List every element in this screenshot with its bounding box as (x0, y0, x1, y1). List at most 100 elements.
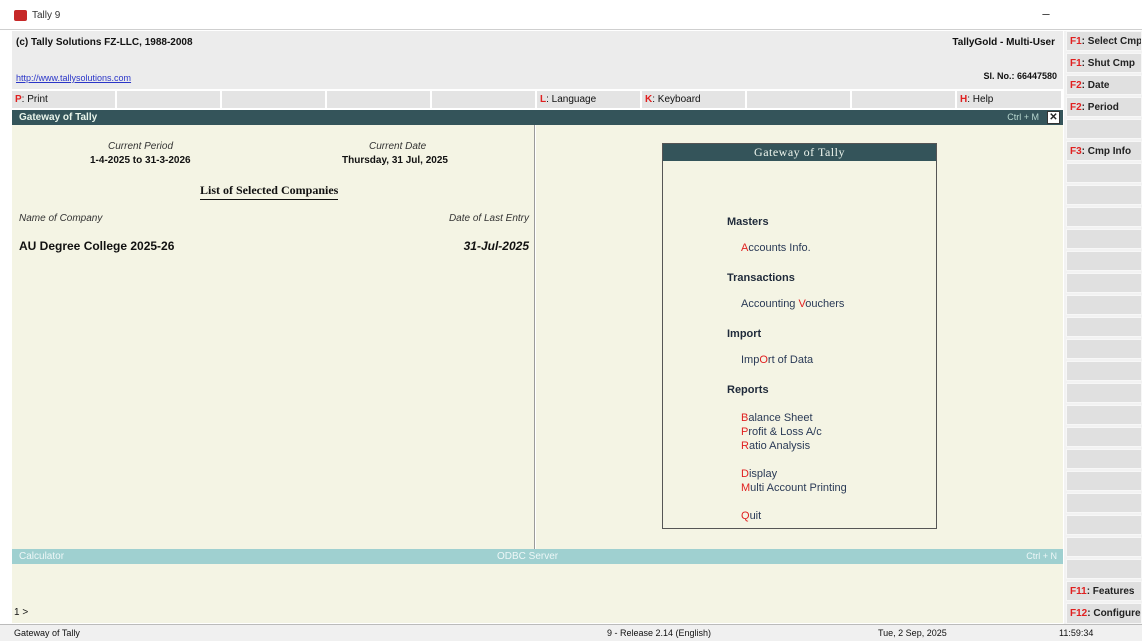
gateway-item-text: Accounting (741, 298, 799, 310)
company-row-name[interactable]: AU Degree College 2025-26 (19, 239, 174, 253)
gateway-item-text: rt of Data (767, 354, 814, 366)
gateway-item-text: uit (749, 510, 762, 522)
gateway-section-import: Import (727, 328, 762, 340)
side-function-button[interactable] (1066, 361, 1142, 381)
gateway-item[interactable]: Profit & Loss A/c (741, 426, 822, 438)
gateway-panel: Gateway of Tally Masters Accounts Info. Tr… (536, 125, 1063, 549)
side-function-button[interactable]: F3: Cmp Info (1066, 141, 1142, 161)
gateway-item[interactable]: Balance Sheet (741, 412, 813, 424)
function-key: F2 (1070, 80, 1082, 91)
gateway-menu-title: Gateway of Tally (663, 144, 936, 161)
function-key: F3 (1070, 146, 1082, 157)
function-label: : Features (1086, 586, 1135, 597)
side-function-button[interactable] (1066, 317, 1142, 337)
gateway-item-hotkey: M (741, 482, 751, 494)
gateway-item-text: Imp (741, 354, 760, 366)
minimize-button[interactable]: – (1036, 6, 1056, 24)
side-function-button[interactable] (1066, 185, 1142, 205)
function-label: : Date (1081, 80, 1110, 91)
side-function-button[interactable]: F1: Shut Cmp (1066, 53, 1142, 73)
calculator-prompt: 1 > (14, 607, 29, 618)
menu-button-3[interactable] (222, 91, 327, 108)
close-icon[interactable]: ✕ (1047, 111, 1060, 124)
top-button-bar: P: Print L: Language K: Keyboard H: Help (12, 91, 1063, 108)
side-function-button[interactable] (1066, 559, 1142, 579)
gateway-item[interactable]: Accounts Info. (741, 242, 811, 254)
calculator-area[interactable]: 1 > (12, 564, 1063, 623)
copyright-text: (c) Tally Solutions FZ-LLC, 1988-2008 (16, 37, 193, 48)
calculator-bar: Calculator ODBC Server Ctrl + N (12, 549, 1063, 564)
gateway-item-text: alance Sheet (748, 412, 813, 424)
gateway-item[interactable]: Display (741, 468, 777, 480)
odbc-server-label: ODBC Server (497, 551, 559, 562)
menu-button-6[interactable]: L: Language (537, 91, 642, 108)
info-header: (c) Tally Solutions FZ-LLC, 1988-2008 ht… (12, 31, 1063, 89)
menu-button-7[interactable]: K: Keyboard (642, 91, 747, 108)
function-key: F12 (1070, 608, 1088, 619)
menu-button-2[interactable] (117, 91, 222, 108)
gateway-item-text: ulti Account Printing (750, 482, 847, 494)
side-function-button[interactable] (1066, 339, 1142, 359)
side-function-button[interactable] (1066, 427, 1142, 447)
gateway-item[interactable]: ImpOrt of Data (741, 354, 813, 366)
menu-button-4[interactable] (327, 91, 432, 108)
gateway-item-hotkey: Q (741, 510, 750, 522)
gateway-item-text: atio Analysis (748, 440, 811, 452)
side-function-button[interactable] (1066, 383, 1142, 403)
gateway-item-text: ouchers (805, 298, 845, 310)
side-function-button[interactable]: F1: Select Cmp (1066, 31, 1142, 51)
gateway-section-masters: Masters (727, 216, 769, 228)
side-function-button[interactable] (1066, 515, 1142, 535)
status-release: 9 - Release 2.14 (English) (607, 628, 712, 638)
side-function-button[interactable] (1066, 273, 1142, 293)
gateway-bar-title: Gateway of Tally (19, 112, 98, 123)
gateway-shortcut: Ctrl + M (1007, 112, 1039, 122)
menu-button-8[interactable] (747, 91, 852, 108)
gateway-item[interactable]: Multi Account Printing (741, 482, 847, 494)
function-key: F1 (1070, 36, 1082, 47)
status-date: Tue, 2 Sep, 2025 (878, 628, 947, 638)
status-screen-name: Gateway of Tally (14, 628, 80, 638)
side-function-button[interactable] (1066, 405, 1142, 425)
menu-button-10[interactable]: H: Help (957, 91, 1063, 108)
gateway-item-hotkey: O (759, 354, 768, 366)
edition-label: TallyGold - Multi-User (952, 37, 1055, 48)
menu-button-5[interactable] (432, 91, 537, 108)
side-function-button[interactable] (1066, 163, 1142, 183)
window-title: Tally 9 (32, 10, 61, 21)
side-function-button[interactable]: F11: Features (1066, 581, 1142, 601)
side-function-button[interactable] (1066, 471, 1142, 491)
function-label: : Configure (1087, 608, 1141, 619)
gateway-item[interactable]: Quit (741, 510, 761, 522)
menu-button-1[interactable]: P: Print (12, 91, 117, 108)
company-info-panel: Current Period 1-4-2025 to 31-3-2026 Cur… (12, 125, 535, 549)
side-function-button[interactable] (1066, 207, 1142, 227)
side-function-button[interactable] (1066, 493, 1142, 513)
current-period-value[interactable]: 1-4-2025 to 31-3-2026 (90, 155, 191, 166)
side-function-button[interactable] (1066, 295, 1142, 315)
serial-number: Sl. No.: 66447580 (983, 71, 1057, 81)
gateway-menu: Gateway of Tally Masters Accounts Info. Tr… (662, 143, 937, 529)
gateway-item-hotkey: R (741, 440, 749, 452)
side-function-button[interactable] (1066, 119, 1142, 139)
side-function-button[interactable]: F2: Period (1066, 97, 1142, 117)
gateway-item-text: ccounts Info. (748, 242, 811, 254)
current-date-value[interactable]: Thursday, 31 Jul, 2025 (342, 155, 448, 166)
status-bar: Gateway of Tally 9 - Release 2.14 (Engli… (0, 624, 1142, 641)
website-link[interactable]: http://www.tallysolutions.com (16, 73, 131, 83)
side-function-button[interactable]: F12: Configure (1066, 603, 1142, 624)
function-key-panel: F1: Select Cmp F1: Shut Cmp F2: Date F2: Pe… (1064, 31, 1142, 624)
gateway-item[interactable]: Ratio Analysis (741, 440, 810, 452)
gateway-item-text: rofit & Loss A/c (748, 426, 822, 438)
status-time: 11:59:34 (1059, 628, 1094, 638)
side-function-button[interactable]: F2: Date (1066, 75, 1142, 95)
function-key: F2 (1070, 102, 1082, 113)
gateway-item[interactable]: Accounting Vouchers (741, 298, 844, 310)
side-function-button[interactable] (1066, 537, 1142, 557)
menu-button-9[interactable] (852, 91, 957, 108)
side-function-button[interactable] (1066, 229, 1142, 249)
side-function-button[interactable] (1066, 449, 1142, 469)
side-function-button[interactable] (1066, 251, 1142, 271)
function-label: : Select Cmp (1081, 36, 1142, 47)
current-date-label: Current Date (369, 141, 427, 152)
